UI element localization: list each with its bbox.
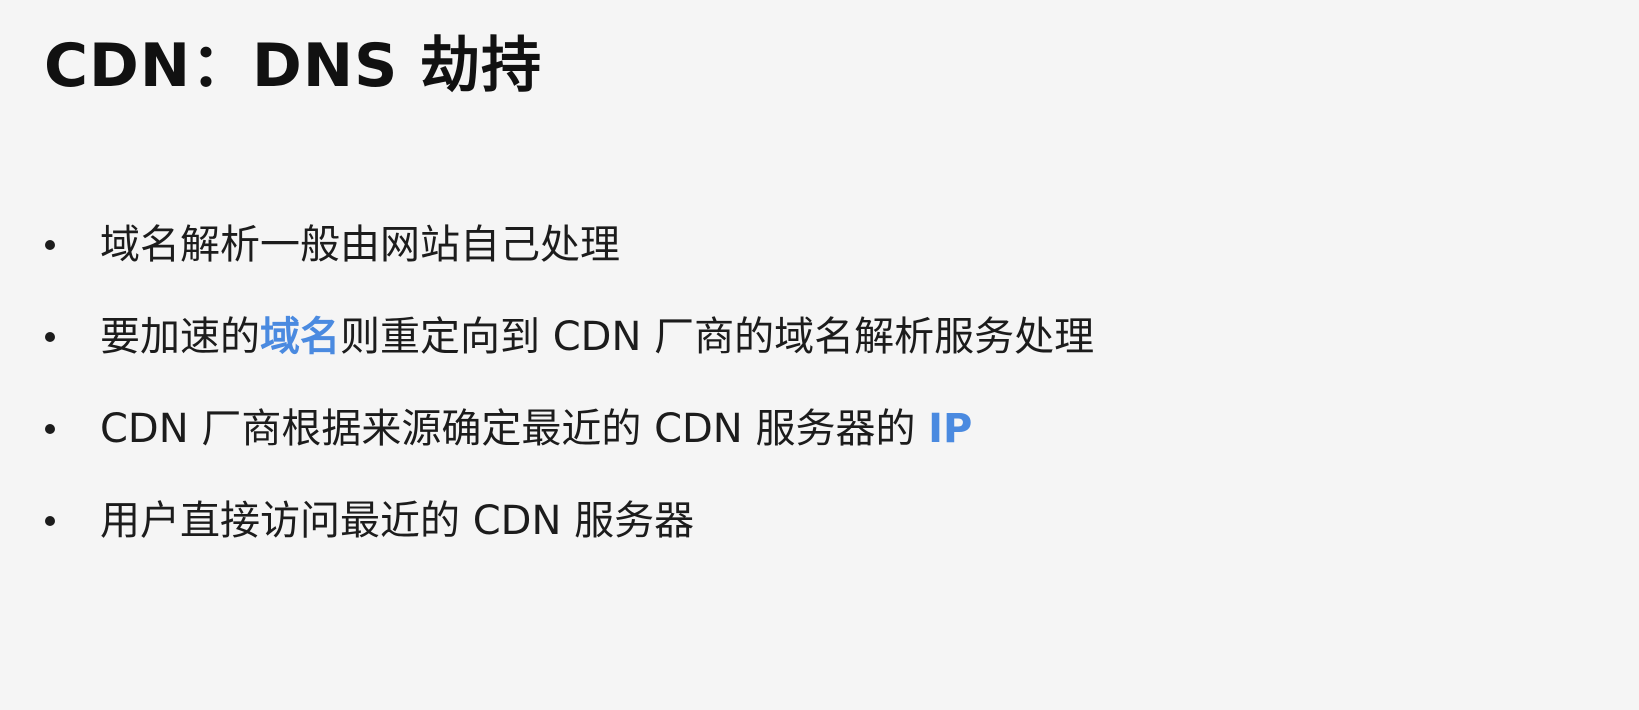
slide-title: CDN：DNS 劫持 <box>44 31 543 101</box>
bullet-dot-icon <box>45 516 55 526</box>
bullet-text: CDN 厂商根据来源确定最近的 CDN 服务器的 IP <box>100 394 972 464</box>
bullet-dot-icon <box>45 424 55 434</box>
bullet-dot-icon <box>45 240 55 250</box>
bullet-segment: 则重定向到 CDN 厂商的域名解析服务处理 <box>340 314 1095 360</box>
bullet-text: 域名解析一般由网站自己处理 <box>100 210 620 280</box>
highlight-term: 域名 <box>260 314 340 360</box>
bullet-text: 要加速的域名则重定向到 CDN 厂商的域名解析服务处理 <box>100 302 1094 372</box>
bullet-dot-icon <box>45 332 55 342</box>
slide: CDN：DNS 劫持 域名解析一般由网站自己处理 要加速的域名则重定向到 CDN… <box>0 0 1639 710</box>
bullet-segment: 要加速的 <box>100 314 260 360</box>
bullet-segment: CDN 厂商根据来源确定最近的 CDN 服务器的 <box>100 406 929 452</box>
bullet-segment: 用户直接访问最近的 CDN 服务器 <box>100 498 695 544</box>
bullet-text: 用户直接访问最近的 CDN 服务器 <box>100 486 694 556</box>
bullet-segment: 域名解析一般由网站自己处理 <box>100 222 620 268</box>
highlight-term: IP <box>928 406 973 452</box>
